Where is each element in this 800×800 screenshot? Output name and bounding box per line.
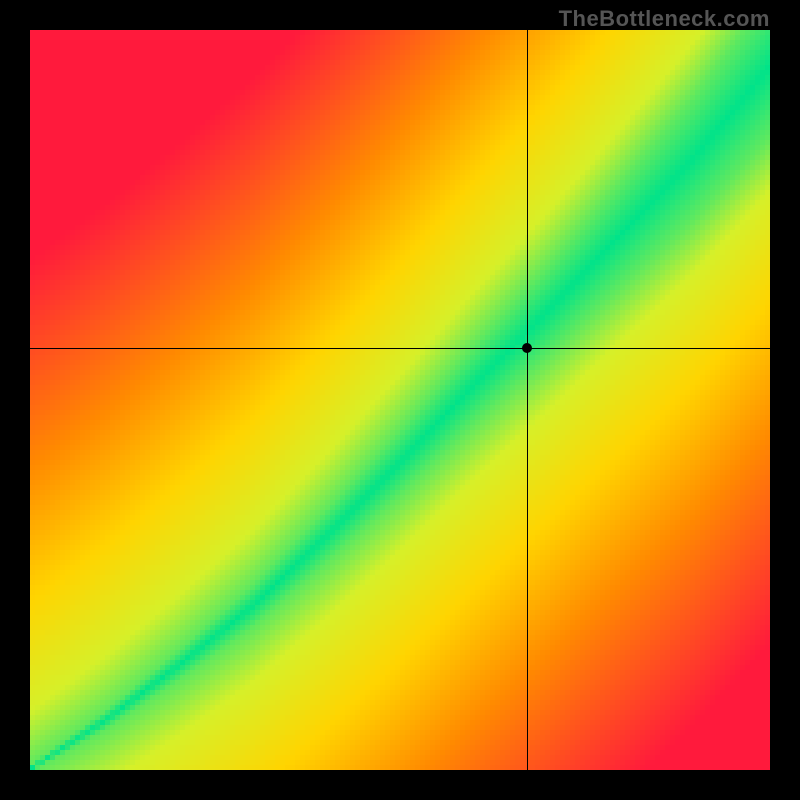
plot-area — [30, 30, 770, 770]
watermark-text: TheBottleneck.com — [559, 6, 770, 32]
selected-point-marker — [522, 343, 532, 353]
heatmap-canvas — [30, 30, 770, 770]
chart-container: TheBottleneck.com — [0, 0, 800, 800]
crosshair-horizontal — [30, 348, 770, 349]
crosshair-vertical — [527, 30, 528, 770]
